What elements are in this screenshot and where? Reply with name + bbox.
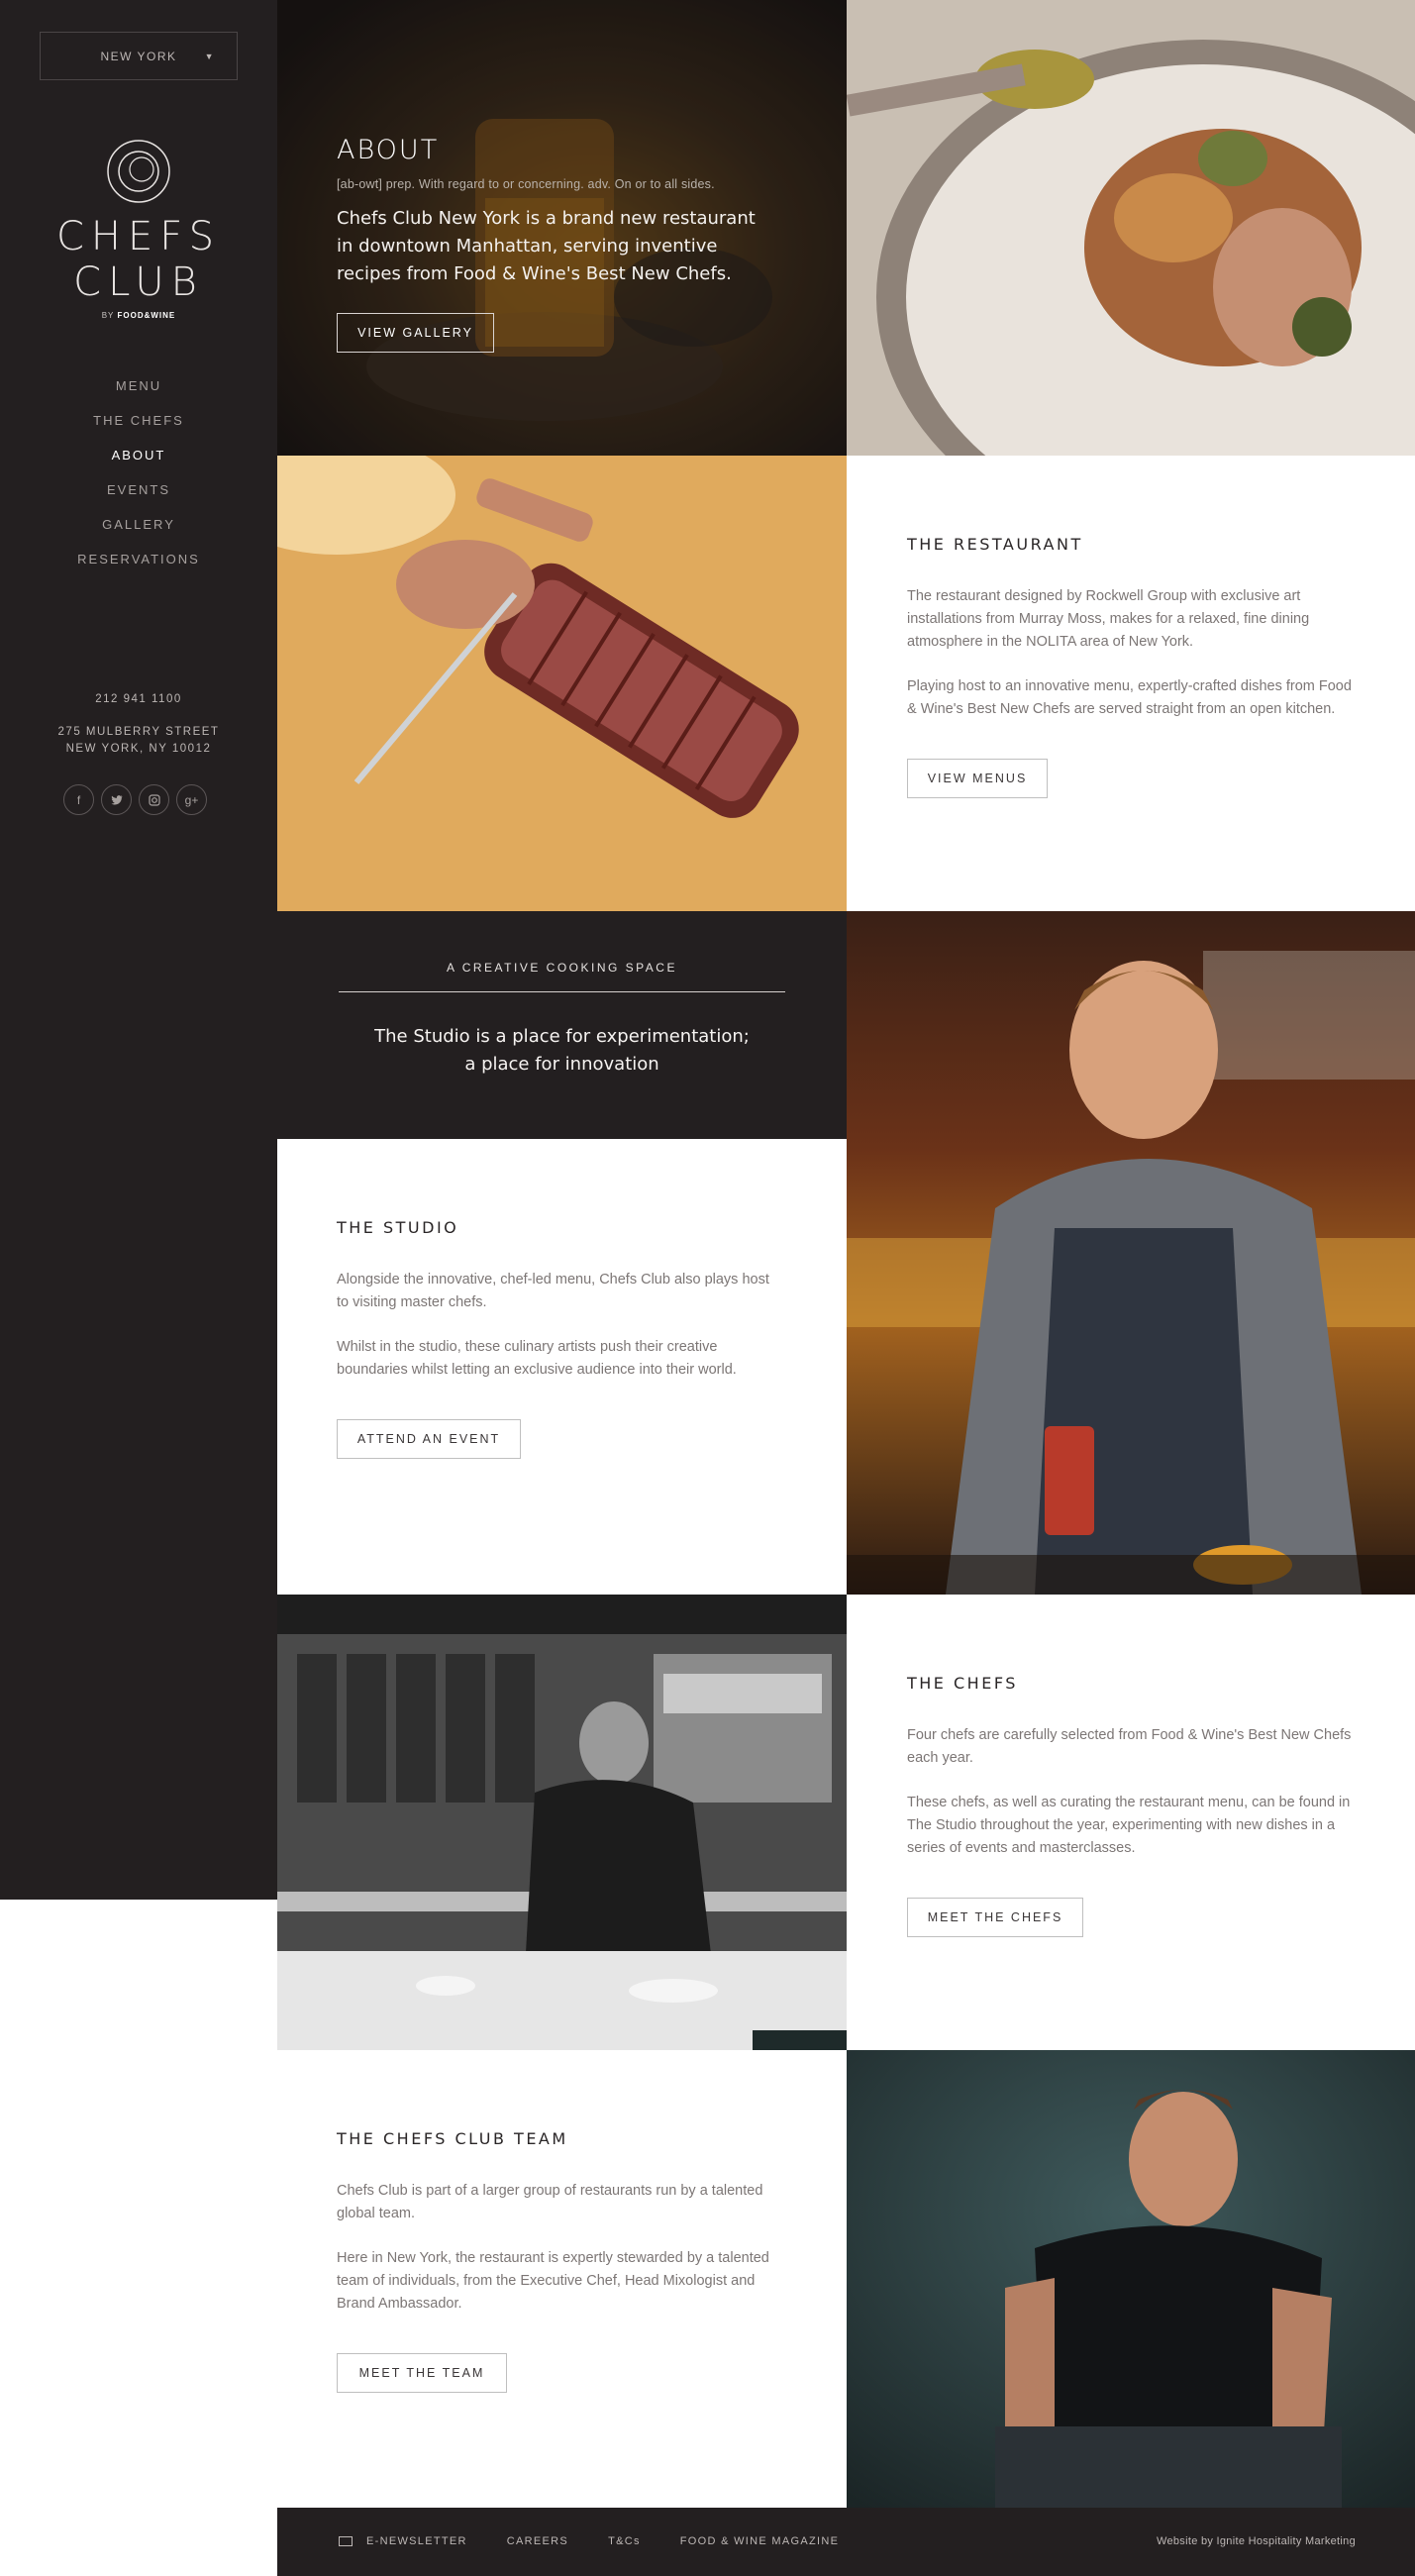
footer-link-newsletter[interactable]: E-NEWSLETTER: [366, 2535, 467, 2547]
meet-the-chefs-button[interactable]: MEET THE CHEFS: [907, 1898, 1083, 1937]
chevron-down-icon: ▼: [204, 52, 215, 61]
team-title: THE CHEFS CLUB TEAM: [337, 2129, 568, 2148]
creative-quote-line1: The Studio is a place for experimentatio…: [374, 1026, 750, 1047]
team-portrait-image: [847, 2050, 1415, 2508]
about-title: ABOUT: [337, 135, 440, 165]
phone-number[interactable]: 212 941 1100: [0, 691, 277, 708]
restaurant-section: THE RESTAURANT The restaurant designed b…: [907, 535, 1353, 798]
chefs-section: THE CHEFS Four chefs are carefully selec…: [907, 1674, 1353, 1937]
meet-the-team-button[interactable]: MEET THE TEAM: [337, 2353, 507, 2393]
studio-paragraph-2: Whilst in the studio, these culinary art…: [337, 1339, 737, 1378]
facebook-icon[interactable]: f: [63, 784, 94, 815]
studio-title: THE STUDIO: [337, 1218, 459, 1237]
twitter-icon[interactable]: [101, 784, 132, 815]
creative-quote: The Studio is a place for experimentatio…: [277, 1023, 847, 1079]
footer: E-NEWSLETTER CAREERS T&Cs FOOD & WINE MA…: [277, 2508, 1415, 2576]
divider: [339, 991, 785, 992]
creative-kicker: A CREATIVE COOKING SPACE: [447, 961, 677, 975]
creative-space-banner: A CREATIVE COOKING SPACE The Studio is a…: [277, 911, 847, 1139]
nav-item-gallery[interactable]: GALLERY: [0, 513, 277, 548]
brand-name-line1: CHEFS: [56, 214, 221, 259]
chef-kitchen-image: [277, 1595, 847, 2050]
brand-byline: BY FOOD&WINE: [0, 311, 277, 320]
location-select-value: NEW YORK: [100, 49, 177, 63]
chefs-title: THE CHEFS: [907, 1674, 1018, 1693]
bartender-image: [847, 911, 1415, 1595]
restaurant-paragraph-1: The restaurant designed by Rockwell Grou…: [907, 588, 1310, 650]
footer-link-magazine[interactable]: FOOD & WINE MAGAZINE: [680, 2535, 839, 2547]
team-paragraph-1: Chefs Club is part of a larger group of …: [337, 2183, 763, 2221]
address-line1: 275 MULBERRY STREET: [57, 726, 220, 738]
mail-icon: [339, 2536, 353, 2546]
studio-paragraph-1: Alongside the innovative, chef-led menu,…: [337, 1272, 769, 1310]
main-nav: MENU THE CHEFS ABOUT EVENTS GALLERY RESE…: [0, 374, 277, 582]
plated-dish-image: [847, 0, 1415, 456]
brand-name-line2: CLUB: [73, 259, 204, 305]
view-gallery-button[interactable]: VIEW GALLERY: [337, 313, 494, 353]
nav-item-reservations[interactable]: RESERVATIONS: [0, 548, 277, 582]
nav-item-about[interactable]: ABOUT: [0, 444, 277, 478]
brand-logo[interactable]: CHEFS CLUB BY FOOD&WINE: [0, 137, 277, 320]
footer-credit[interactable]: Website by Ignite Hospitality Marketing: [1157, 2535, 1356, 2547]
google-plus-icon[interactable]: g+: [176, 784, 207, 815]
attend-an-event-button[interactable]: ATTEND AN EVENT: [337, 1419, 521, 1459]
footer-links: E-NEWSLETTER CAREERS T&Cs FOOD & WINE MA…: [339, 2535, 878, 2547]
about-hero-text: ABOUT [ab-owt] prep. With regard to or c…: [337, 135, 772, 353]
sliced-meat-image: [277, 456, 847, 911]
nav-item-menu[interactable]: MENU: [0, 374, 277, 409]
chefs-paragraph-1: Four chefs are carefully selected from F…: [907, 1727, 1352, 1766]
nav-item-events[interactable]: EVENTS: [0, 478, 277, 513]
brand-byline-brand: FOOD&WINE: [117, 311, 176, 320]
nav-item-the-chefs[interactable]: THE CHEFS: [0, 409, 277, 444]
restaurant-paragraph-2: Playing host to an innovative menu, expe…: [907, 678, 1352, 717]
brand-byline-prefix: BY: [101, 311, 115, 320]
footer-link-terms[interactable]: T&Cs: [608, 2535, 641, 2547]
instagram-icon[interactable]: [139, 784, 169, 815]
restaurant-title: THE RESTAURANT: [907, 535, 1083, 554]
location-select[interactable]: NEW YORK ▼: [40, 32, 238, 80]
creative-quote-line2: a place for innovation: [464, 1054, 659, 1075]
studio-section: THE STUDIO Alongside the innovative, che…: [337, 1218, 782, 1459]
team-section: THE CHEFS CLUB TEAM Chefs Club is part o…: [337, 2129, 782, 2393]
logo-circle-icon: [107, 140, 170, 203]
contact-info: 212 941 1100 275 MULBERRY STREET NEW YOR…: [0, 691, 277, 758]
about-lead: Chefs Club New York is a brand new resta…: [337, 208, 756, 284]
view-menus-button[interactable]: VIEW MENUS: [907, 759, 1048, 798]
chefs-paragraph-2: These chefs, as well as curating the res…: [907, 1795, 1351, 1856]
social-links: f g+: [63, 784, 207, 815]
footer-link-careers[interactable]: CAREERS: [507, 2535, 568, 2547]
sidebar: NEW YORK ▼ CHEFS CLUB BY FOOD&WINE MENU …: [0, 0, 277, 1900]
about-definition: [ab-owt] prep. With regard to or concern…: [337, 177, 715, 191]
address-line2: NEW YORK, NY 10012: [65, 743, 212, 755]
team-paragraph-2: Here in New York, the restaurant is expe…: [337, 2250, 769, 2312]
